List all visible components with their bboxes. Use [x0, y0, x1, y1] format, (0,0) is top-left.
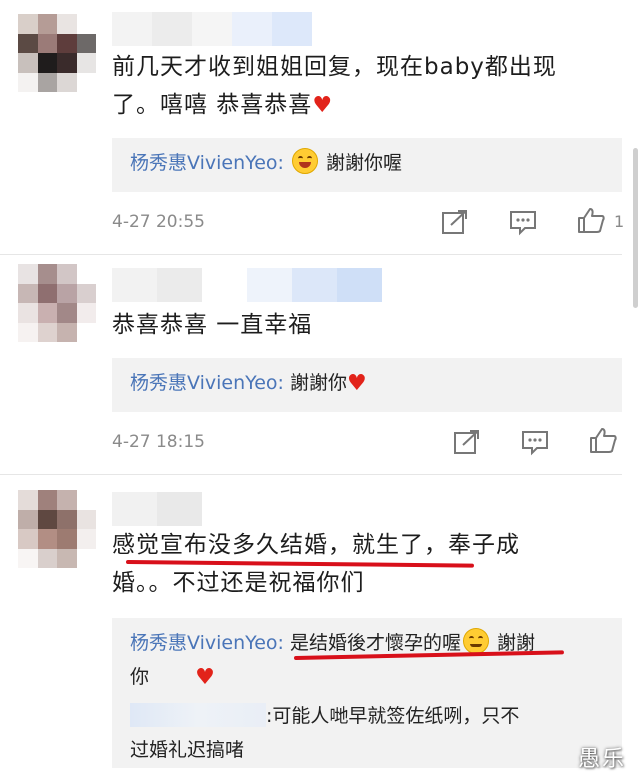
- thumbs-up-icon[interactable]: [588, 426, 618, 454]
- reply-text: 是结婚後才懷孕的喔: [289, 632, 461, 654]
- reply-text: 謝謝你喔: [326, 152, 403, 174]
- comment-body: 前几天才收到姐姐回复，现在baby都出现了。嘻嘻 恭喜恭喜: [112, 54, 557, 118]
- comment-body-line1: 感觉宣布没多久结婚，就生了，奉子成: [112, 532, 520, 558]
- reply-box[interactable]: 杨秀惠VivienYeo: 是结婚後才懷孕的喔 謝謝 你 ♥ :可能人哋早就签佐…: [112, 618, 622, 768]
- reply-text-you: 你: [130, 666, 150, 688]
- timestamp: 4-27 20:55: [112, 212, 205, 232]
- comment-text: 恭喜恭喜 一直幸福: [112, 306, 610, 344]
- smiling-emoji-icon: [462, 628, 489, 654]
- scrollbar[interactable]: [633, 148, 638, 308]
- sub-reply-line1: :可能人哋早就签佐纸咧，只不: [266, 704, 520, 727]
- like-count: 1: [614, 212, 625, 231]
- avatar[interactable]: [18, 14, 96, 92]
- avatar[interactable]: [18, 490, 96, 568]
- reply-author[interactable]: 杨秀惠VivienYeo:: [130, 152, 284, 174]
- laughing-emoji-icon: [291, 148, 318, 174]
- comment-body-line2: 婚。。不过还是祝福你们: [112, 570, 365, 596]
- comment-icon[interactable]: [508, 208, 538, 236]
- sub-reply-line2: 过婚礼迟搞啫: [130, 738, 245, 761]
- thumbs-up-icon[interactable]: [576, 206, 606, 234]
- comment-body: 恭喜恭喜 一直幸福: [112, 312, 313, 338]
- avatar[interactable]: [18, 264, 96, 342]
- username-blurred[interactable]: [112, 12, 312, 46]
- reply-box[interactable]: 杨秀惠VivienYeo: 謝謝你♥: [112, 358, 622, 412]
- divider: [0, 254, 622, 255]
- reply-box[interactable]: 杨秀惠VivienYeo: 謝謝你喔: [112, 138, 622, 192]
- reply-author[interactable]: 杨秀惠VivienYeo:: [130, 372, 284, 394]
- username-blurred[interactable]: [112, 492, 202, 526]
- share-icon[interactable]: [440, 208, 470, 236]
- timestamp: 4-27 18:15: [112, 432, 205, 452]
- reply-text: 謝謝你: [289, 372, 347, 394]
- share-icon[interactable]: [452, 428, 482, 456]
- username-blurred[interactable]: [112, 268, 382, 302]
- heart-icon: ♥: [195, 664, 215, 690]
- heart-icon: ♥: [346, 370, 367, 396]
- comment-icon[interactable]: [520, 428, 550, 456]
- comment-feed: 前几天才收到姐姐回复，现在baby都出现了。嘻嘻 恭喜恭喜♥ 杨秀惠Vivien…: [0, 0, 640, 779]
- watermark: 愚乐: [577, 747, 626, 772]
- divider: [0, 474, 622, 475]
- reply-author[interactable]: 杨秀惠VivienYeo:: [130, 632, 284, 654]
- comment-text: 前几天才收到姐姐回复，现在baby都出现了。嘻嘻 恭喜恭喜♥: [112, 48, 602, 125]
- username-blurred[interactable]: [130, 702, 266, 727]
- heart-icon: ♥: [312, 92, 334, 118]
